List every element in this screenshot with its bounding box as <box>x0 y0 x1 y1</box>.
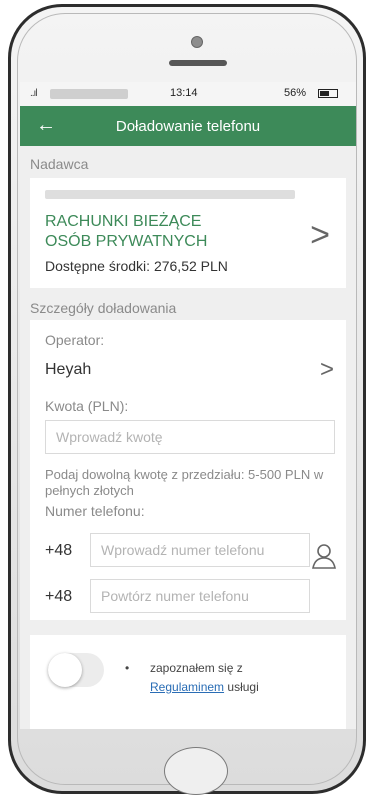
phone-repeat-prefix: +48 <box>45 588 73 605</box>
status-time: 13:14 <box>170 87 198 99</box>
speaker-grille <box>169 60 227 66</box>
account-number-blurred <box>45 190 295 199</box>
sender-section-label: Nadawca <box>30 156 89 172</box>
consent-card: • zapoznałem się z Regulaminem usługi <box>30 635 346 729</box>
topup-details-card: Operator: Heyah > Kwota (PLN): Wprowadź … <box>30 320 346 620</box>
battery-percent: 56% <box>283 87 306 99</box>
battery-icon <box>318 89 338 98</box>
phone-prefix: +48 <box>45 542 73 559</box>
status-bar: ..ıl 13:14 56% <box>20 82 356 106</box>
consent-text: zapoznałem się z Regulaminem usługi <box>150 659 320 697</box>
home-button[interactable] <box>164 747 228 795</box>
details-section-label: Szczegóły doładowania <box>30 300 177 316</box>
consent-text-after: usługi <box>227 680 259 694</box>
app-header: ← Doładowanie telefonu <box>20 106 356 146</box>
contact-person-icon[interactable] <box>312 543 336 569</box>
consent-toggle[interactable] <box>48 653 104 687</box>
operator-select[interactable]: Heyah <box>45 361 91 379</box>
chevron-right-icon[interactable]: > <box>320 356 334 384</box>
bullet: • <box>125 661 130 675</box>
signal-icon: ..ıl <box>30 88 38 99</box>
operator-label: Operator: <box>45 332 105 348</box>
phone-number-label: Numer telefonu: <box>45 503 145 519</box>
chevron-right-icon[interactable]: > <box>310 216 330 255</box>
account-name: RACHUNKI BIEŻĄCE OSÓB PRYWATNYCH <box>45 213 208 250</box>
page-title: Doładowanie telefonu <box>115 118 261 135</box>
camera-icon <box>191 36 203 48</box>
available-funds: Dostępne środki: 276,52 PLN <box>45 258 228 274</box>
sender-account-card[interactable]: RACHUNKI BIEŻĄCE OSÓB PRYWATNYCH Dostępn… <box>30 178 346 288</box>
amount-hint: Podaj dowolną kwotę z przedziału: 5-500 … <box>45 467 324 498</box>
phone-number-input[interactable]: Wprowadź numer telefonu <box>90 533 310 567</box>
amount-input[interactable]: Wprowadź kwotę <box>45 420 335 454</box>
phone-number-repeat-input[interactable]: Powtórz numer telefonu <box>90 579 310 613</box>
carrier-name-blurred <box>50 89 128 99</box>
toggle-knob <box>48 653 82 687</box>
app-screen: ..ıl 13:14 56% ← Doładowanie telefonu Na… <box>20 82 356 729</box>
consent-text-before: zapoznałem się z <box>150 661 243 675</box>
amount-label: Kwota (PLN): <box>45 398 129 414</box>
regulations-link[interactable]: Regulaminem <box>150 680 224 694</box>
